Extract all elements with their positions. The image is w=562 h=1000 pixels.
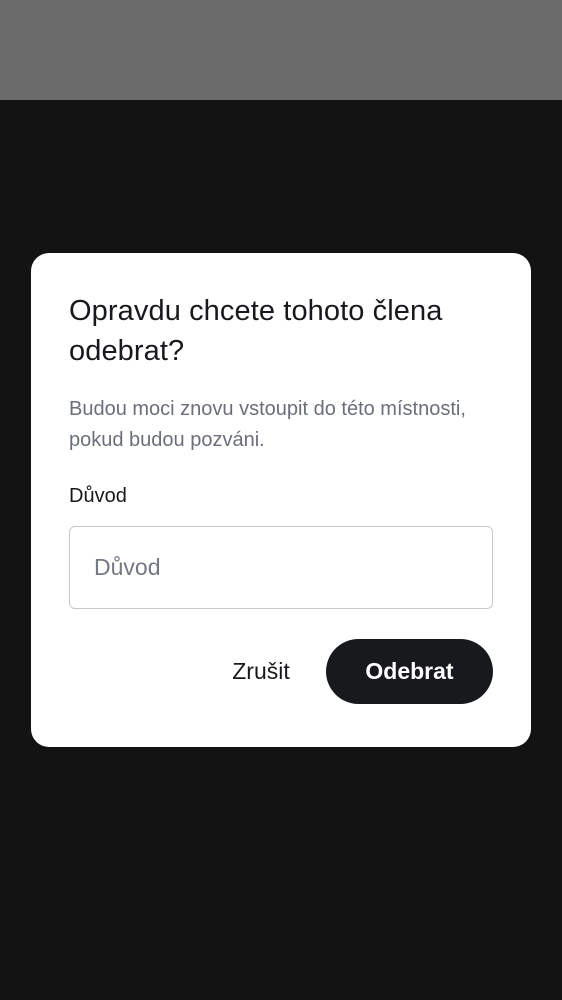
dialog-title: Opravdu chcete tohoto člena odebrat? [69, 295, 443, 367]
remove-member-dialog: Opravdu chcete tohoto člena odebrat? Bud… [31, 253, 531, 747]
reason-input[interactable] [69, 526, 493, 609]
cancel-button[interactable]: Zrušit [211, 639, 311, 703]
remove-member-button[interactable]: Odebrat [326, 639, 493, 704]
dialog-description: Budou moci znovu vstoupit do této místno… [69, 398, 466, 451]
reason-label: Důvod [69, 485, 127, 507]
status-bar-area [0, 0, 562, 100]
